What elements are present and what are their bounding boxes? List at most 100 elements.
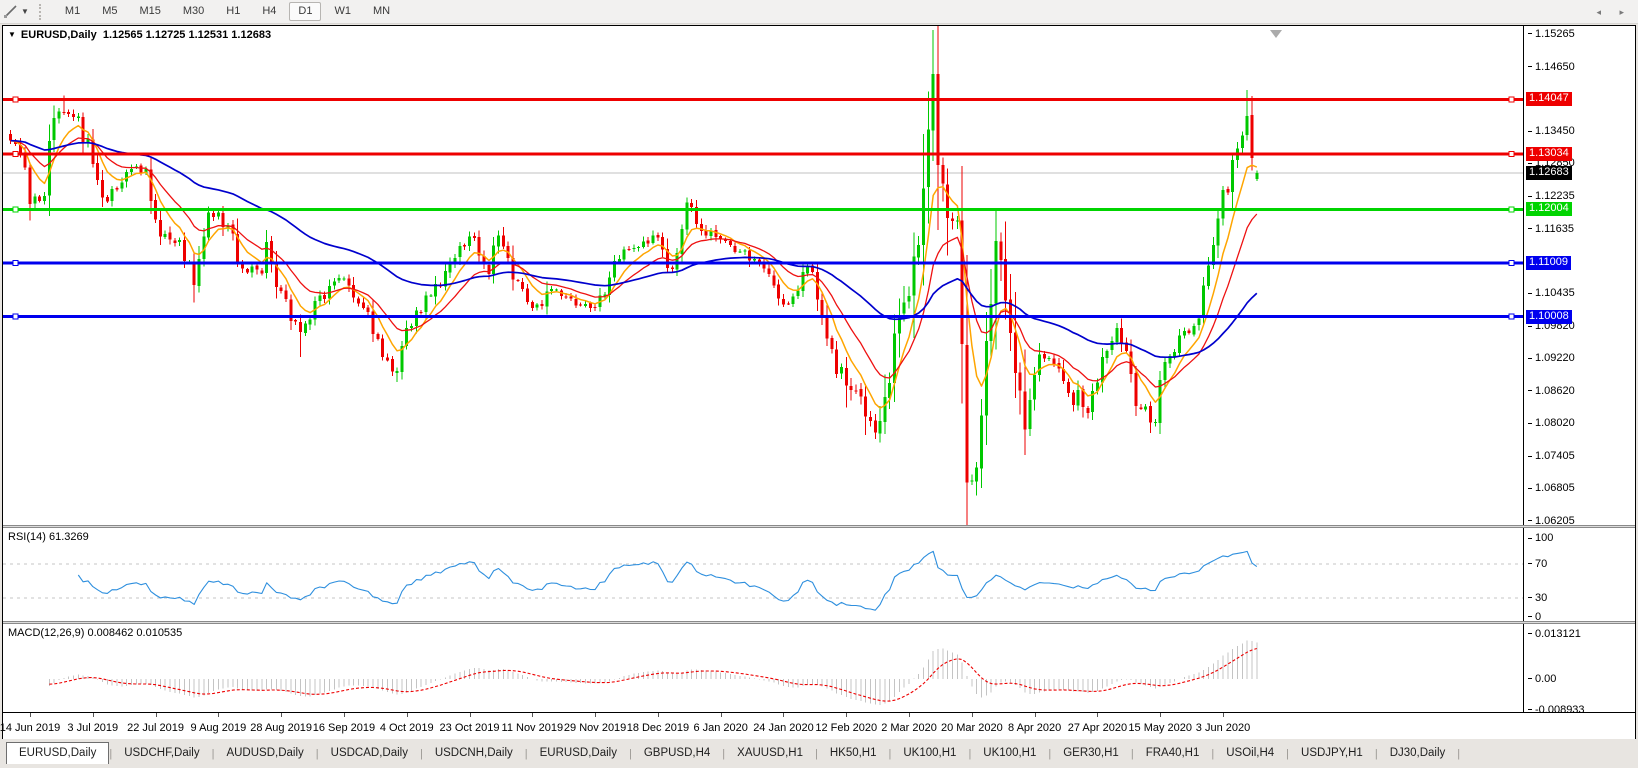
tool-dropdown-arrow-icon[interactable]: ▼ <box>21 7 29 16</box>
tab-separator: | <box>1457 748 1461 760</box>
line-price-badge: 1.14047 <box>1526 92 1572 107</box>
date-axis-label: 2 Mar 2020 <box>881 722 937 734</box>
chart-tab-ger30-h1[interactable]: GER30,H1 <box>1051 744 1131 764</box>
chart-tab-usoil-h4[interactable]: USOil,H4 <box>1214 744 1286 764</box>
price-axis: 1.15265 1.14650 1.13450 1.12850 1.12235 1.116… <box>1525 26 1635 525</box>
date-axis-tick <box>971 713 973 717</box>
chart-tab-usdchf-daily[interactable]: USDCHF,Daily <box>112 744 211 764</box>
rsi-axis-tick: 0 <box>1528 611 1541 621</box>
price-axis-tick: 1.08620 <box>1528 385 1575 398</box>
date-axis-label: 9 Aug 2019 <box>190 722 247 734</box>
date-axis-label: 27 Apr 2020 <box>1067 722 1128 734</box>
macd-canvas[interactable]: MACD(12,26,9) 0.008462 0.010535 <box>3 624 1524 712</box>
date-axis-label: 3 Jun 2020 <box>1195 722 1251 734</box>
timeframe-button-m1[interactable]: M1 <box>56 2 89 21</box>
price-axis-tick: 1.09220 <box>1528 352 1575 365</box>
chart-tab-fra40-h1[interactable]: FRA40,H1 <box>1134 744 1212 764</box>
chart-title-symbol: EURUSD,Daily <box>20 29 97 41</box>
rsi-canvas[interactable]: RSI(14) 61.3269 <box>3 528 1524 621</box>
chart-tab-hk50-h1[interactable]: HK50,H1 <box>818 744 889 764</box>
axis-tick-dash <box>1528 292 1532 294</box>
date-axis-label: 18 Dec 2019 <box>626 722 690 734</box>
price-axis-tick: 1.14650 <box>1528 61 1575 74</box>
macd-axis-tick: 0.00 <box>1528 673 1556 686</box>
date-axis-label: 15 May 2020 <box>1128 722 1193 734</box>
axis-tick-dash <box>1528 563 1532 565</box>
axis-tick-dash <box>1528 633 1532 635</box>
axis-tick-dash <box>1528 422 1532 424</box>
date-axis-label: 8 Apr 2020 <box>1008 722 1062 734</box>
statusbar-filler <box>0 764 1638 768</box>
date-axis-label: 22 Jul 2019 <box>127 722 185 734</box>
date-axis-tick <box>1034 713 1036 717</box>
timeframe-button-m15[interactable]: M15 <box>130 2 169 21</box>
chart-tab-audusd-daily[interactable]: AUDUSD,Daily <box>214 744 315 764</box>
price-axis-tick: 1.08020 <box>1528 417 1575 430</box>
timeframe-button-w1[interactable]: W1 <box>325 2 360 21</box>
chart-title-ohlc: 1.12565 1.12725 1.12531 1.12683 <box>102 29 272 41</box>
axis-tick-dash <box>1528 537 1532 539</box>
chart-tab-eurusd-daily[interactable]: EURUSD,Daily <box>528 744 629 764</box>
rsi-axis-tick: 70 <box>1528 558 1547 571</box>
chart-tab-eurusd-daily[interactable]: EURUSD,Daily <box>6 742 110 764</box>
timeframe-button-d1[interactable]: D1 <box>289 2 322 21</box>
date-axis-tick <box>720 713 722 717</box>
macd-axis: 0.013121 0.00 -0.008933 <box>1525 624 1635 712</box>
rsi-panel: RSI(14) 61.3269 100 70 30 0 <box>3 528 1635 621</box>
tab-scroll-arrows[interactable]: ◂ ▸ <box>1596 7 1632 18</box>
axis-tick-dash <box>1528 678 1532 680</box>
chart-collapse-icon: ▼ <box>8 30 16 39</box>
chart-tab-usdcnh-daily[interactable]: USDCNH,Daily <box>423 744 525 764</box>
price-axis-tick: 1.15265 <box>1528 28 1575 41</box>
timeframe-button-group: M1 M5 M15 M30 H1 H4 D1 W1 MN <box>54 2 401 21</box>
timeframe-button-h4[interactable]: H4 <box>253 2 285 21</box>
chart-window-eurusd-daily: ▼ EURUSD,Daily 1.12565 1.12725 1.12531 1.… <box>0 25 1636 740</box>
line-price-badge: 1.12004 <box>1526 202 1572 217</box>
timeframe-button-m5[interactable]: M5 <box>93 2 126 21</box>
chart-tab-gbpusd-h4[interactable]: GBPUSD,H4 <box>632 744 722 764</box>
pointer-tool-icon[interactable] <box>2 3 19 20</box>
price-panel: ▼ EURUSD,Daily 1.12565 1.12725 1.12531 1.… <box>3 26 1635 525</box>
date-axis-tick <box>783 713 785 717</box>
chart-tab-usdjpy-h1[interactable]: USDJPY,H1 <box>1289 744 1375 764</box>
date-axis-label: 3 Jul 2019 <box>67 722 119 734</box>
chart-title: ▼ EURUSD,Daily 1.12565 1.12725 1.12531 1.… <box>8 29 271 41</box>
timeframe-button-mn[interactable]: MN <box>364 2 399 21</box>
chart-tab-usdcad-daily[interactable]: USDCAD,Daily <box>319 744 420 764</box>
axis-tick-dash <box>1528 390 1532 392</box>
axis-tick-dash <box>1528 162 1532 164</box>
axis-tick-dash <box>1528 325 1532 327</box>
date-axis-tick <box>532 713 534 717</box>
chart-tab-xauusd-h1[interactable]: XAUUSD,H1 <box>725 744 815 764</box>
date-axis-tick <box>30 713 31 717</box>
date-axis-tick <box>469 713 471 717</box>
line-price-badge: 1.11009 <box>1526 255 1571 270</box>
chart-tab-uk100-h1[interactable]: UK100,H1 <box>891 744 968 764</box>
main-chart-canvas[interactable]: ▼ EURUSD,Daily 1.12565 1.12725 1.12531 1.… <box>3 26 1524 525</box>
price-axis-tick: 1.06205 <box>1528 515 1575 525</box>
rsi-axis-tick: 100 <box>1528 532 1553 545</box>
date-axis-tick <box>92 713 94 717</box>
timeframe-button-m30[interactable]: M30 <box>174 2 213 21</box>
date-axis-label: 6 Jan 2020 <box>693 722 748 734</box>
toolbar-grip-handle[interactable] <box>38 3 44 20</box>
trading-platform-window: ▼ M1 M5 M15 M30 H1 H4 D1 W1 MN ▼ EURUSD,Daily 1.1… <box>0 0 1638 768</box>
axis-tick-dash <box>1528 33 1532 35</box>
date-axis: 14 Jun 2019 3 Jul 2019 22 Jul 2019 9 Aug 20… <box>0 712 1635 740</box>
date-axis-label: 14 Jun 2019 <box>0 722 61 734</box>
timeframe-button-h1[interactable]: H1 <box>217 2 249 21</box>
chart-tab-bar: EURUSD,Daily | USDCHF,Daily | AUDUSD,Daily | U… <box>0 739 1638 764</box>
date-axis-label: 4 Oct 2019 <box>379 722 434 734</box>
chart-shift-marker-icon[interactable] <box>1270 30 1283 38</box>
date-axis-label: 11 Nov 2019 <box>501 722 564 734</box>
date-axis-tick <box>343 713 345 717</box>
chart-tab-dj30-daily[interactable]: DJ30,Daily <box>1378 744 1458 764</box>
rsi-axis: 100 70 30 0 <box>1525 528 1635 621</box>
axis-tick-dash <box>1528 455 1532 457</box>
date-axis-tick <box>1097 713 1099 717</box>
macd-panel: MACD(12,26,9) 0.008462 0.010535 0.013121… <box>3 624 1635 712</box>
timeframe-toolbar: ▼ M1 M5 M15 M30 H1 H4 D1 W1 MN <box>0 0 1638 24</box>
line-price-badge: 1.13034 <box>1526 146 1572 161</box>
chart-tab-uk100-h1[interactable]: UK100,H1 <box>971 744 1048 764</box>
date-axis-label: 16 Sep 2019 <box>312 722 376 734</box>
